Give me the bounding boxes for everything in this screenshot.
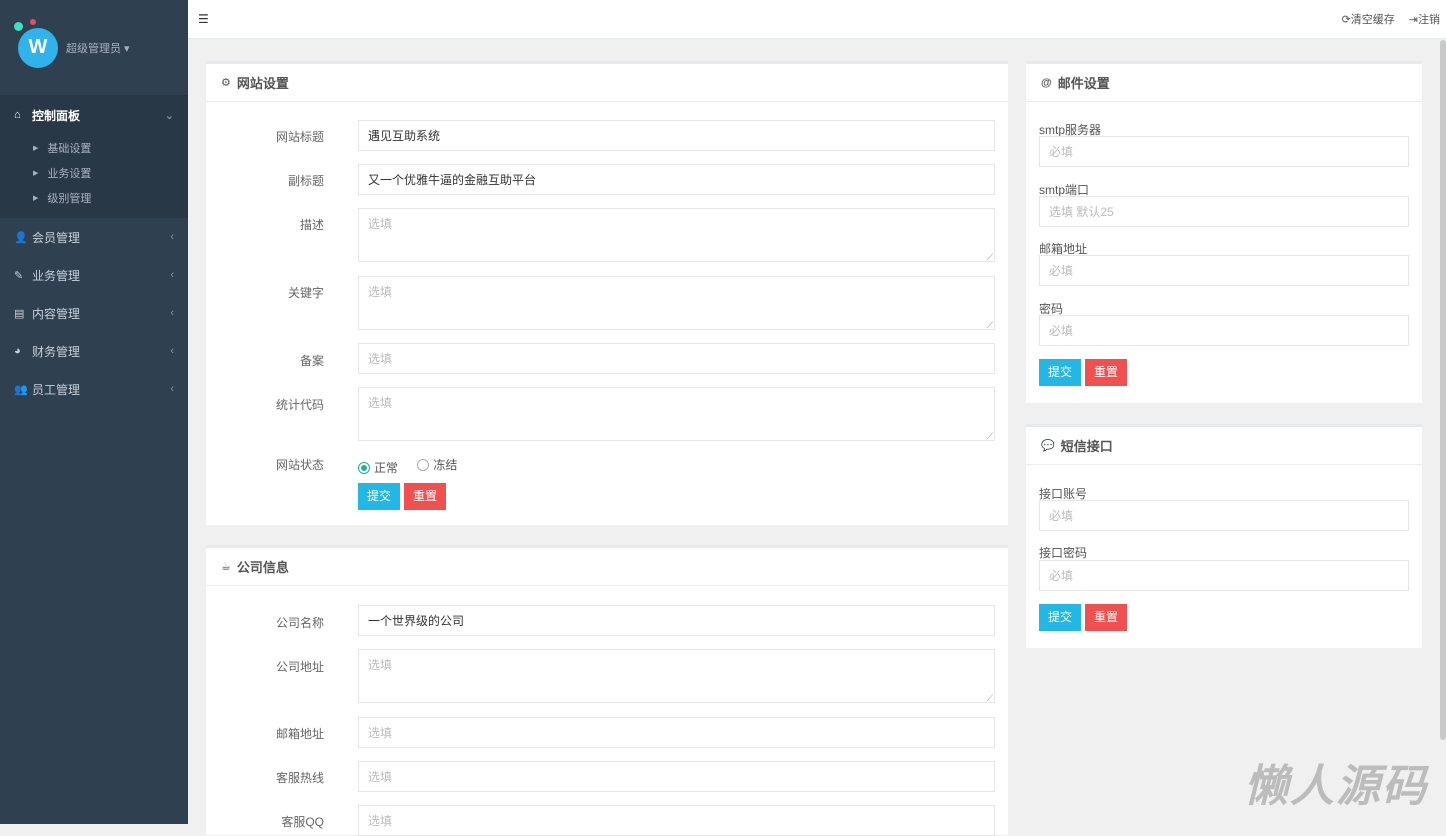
panel-title: 邮件设置: [1057, 76, 1110, 91]
smtp-port-input[interactable]: 选填 默认25: [1039, 196, 1409, 227]
company-info-panel: ☕ 公司信息 公司名称 一个世界级的公司 公司地址 选填 邮箱地址 选填 客服热线…: [206, 545, 1008, 836]
caret-right-icon: ▶: [33, 194, 39, 202]
company-name-input[interactable]: 一个世界级的公司: [358, 605, 995, 636]
label: 冻结: [433, 458, 458, 472]
label: 级别管理: [47, 192, 92, 205]
stats-code-textarea[interactable]: 选填: [358, 387, 995, 442]
sms-panel: 💬 短信接口 接口账号 必填 接口密码 必填 提交 重置: [1026, 424, 1422, 648]
label: 内容管理: [32, 306, 81, 321]
comment-icon: 💬: [1041, 440, 1055, 452]
menu-toggle-icon[interactable]: ☰: [198, 12, 209, 26]
submit-button[interactable]: 提交: [358, 483, 401, 510]
smtp-server-input[interactable]: 必填: [1039, 136, 1409, 167]
mail-address-input[interactable]: 必填: [1039, 255, 1409, 286]
hotline-input[interactable]: 选填: [358, 761, 995, 792]
submenu-level-management[interactable]: ▶ 级别管理: [0, 185, 188, 210]
sidebar-item-finance[interactable]: ◕ 财务管理 ‹: [0, 332, 188, 370]
chevron-left-icon: ‹: [170, 231, 174, 243]
sidebar-item-members[interactable]: 👤 会员管理 ‹: [0, 218, 188, 256]
panel-title: 公司信息: [236, 560, 289, 575]
reset-button[interactable]: 重置: [404, 483, 447, 510]
chevron-left-icon: ‹: [170, 383, 174, 395]
users-icon: 👥: [14, 383, 28, 396]
sms-password-input[interactable]: 必填: [1039, 560, 1409, 591]
book-icon: ▤: [14, 307, 25, 320]
label: 网站状态: [275, 458, 324, 472]
sms-account-input[interactable]: 必填: [1039, 500, 1409, 531]
label: 注销: [1418, 14, 1440, 26]
sidebar-item-dashboard[interactable]: ⌂ 控制面板 ⌄: [0, 95, 188, 135]
status-normal-radio[interactable]: 正常: [358, 459, 398, 476]
clear-cache-button[interactable]: ⟳清空缓存: [1342, 11, 1395, 27]
label: 描述: [299, 218, 324, 232]
description-textarea[interactable]: 选填: [358, 208, 995, 263]
chevron-left-icon: ‹: [170, 345, 174, 357]
site-settings-panel: ⚙ 网站设置 网站标题 遇见互助系统 副标题 又一个优雅牛逼的金融互助平台 描述 …: [206, 61, 1008, 525]
mail-reset-button[interactable]: 重置: [1085, 359, 1128, 386]
status-frozen-radio[interactable]: 冻结: [417, 456, 457, 473]
pie-chart-icon: ◕: [14, 345, 21, 357]
icp-input[interactable]: 选填: [358, 343, 995, 374]
label: 副标题: [287, 174, 324, 188]
label: 公司地址: [275, 660, 324, 674]
gear-icon: ⚙: [221, 77, 231, 89]
label: 业务管理: [32, 268, 81, 283]
home-icon: ⌂: [14, 109, 21, 121]
sidebar-item-staff[interactable]: 👥 员工管理 ‹: [0, 370, 188, 408]
sms-reset-button[interactable]: 重置: [1085, 604, 1128, 631]
sidebar: W 超级管理员 ▾ ⌂ 控制面板 ⌄ ▶ 基础设置 ▶ 业务设置 ▶ 级别管理 👤 会员管理…: [0, 0, 188, 824]
mail-settings-panel: @ 邮件设置 smtp服务器 必填 smtp端口 选填 默认25 邮箱地址 必填 …: [1026, 61, 1422, 403]
label: 员工管理: [32, 382, 81, 397]
scrollbar[interactable]: [1440, 40, 1446, 740]
label: 清空缓存: [1350, 14, 1395, 26]
company-address-textarea[interactable]: 选填: [358, 649, 995, 704]
mail-submit-button[interactable]: 提交: [1039, 359, 1082, 386]
label: 邮箱地址: [275, 727, 324, 741]
label: 关键字: [287, 286, 324, 300]
coffee-icon: ☕: [221, 561, 231, 573]
company-email-input[interactable]: 选填: [358, 717, 995, 748]
logo: W: [14, 18, 58, 68]
chevron-down-icon: ⌄: [164, 109, 174, 122]
submenu-basic-settings[interactable]: ▶ 基础设置: [0, 135, 188, 160]
pencil-icon: ✎: [14, 269, 24, 282]
user-icon: 👤: [14, 231, 28, 244]
label: 控制面板: [32, 108, 81, 123]
label: 统计代码: [275, 398, 324, 412]
sms-submit-button[interactable]: 提交: [1039, 604, 1082, 631]
user-menu[interactable]: 超级管理员 ▾: [66, 40, 130, 56]
service-qq-input[interactable]: 选填: [358, 805, 995, 836]
label: 备案: [299, 354, 324, 368]
label: 基础设置: [47, 142, 92, 155]
label: 会员管理: [32, 230, 81, 245]
logout-button[interactable]: ⇥注销: [1409, 11, 1440, 27]
watermark: 懒人源码: [1244, 762, 1428, 811]
submenu-business-settings[interactable]: ▶ 业务设置: [0, 160, 188, 185]
label: 接口密码: [1039, 546, 1088, 560]
at-icon: @: [1041, 76, 1052, 89]
panel-title: 短信接口: [1060, 439, 1113, 454]
caret-right-icon: ▶: [33, 169, 39, 177]
label: 公司名称: [275, 616, 324, 630]
label: 客服热线: [275, 771, 324, 785]
sign-out-icon: ⇥: [1408, 14, 1418, 26]
label: 业务设置: [47, 167, 92, 180]
caret-right-icon: ▶: [33, 144, 39, 152]
sidebar-item-content[interactable]: ▤ 内容管理 ‹: [0, 294, 188, 332]
refresh-icon: ⟳: [1341, 14, 1351, 26]
label: 网站标题: [275, 130, 324, 144]
sidebar-item-business[interactable]: ✎ 业务管理 ‹: [0, 256, 188, 294]
site-title-input[interactable]: 遇见互助系统: [358, 120, 995, 151]
profile: W 超级管理员 ▾: [0, 0, 188, 95]
keywords-textarea[interactable]: 选填: [358, 276, 995, 331]
mail-password-input[interactable]: 必填: [1039, 315, 1409, 346]
chevron-left-icon: ‹: [170, 307, 174, 319]
chevron-left-icon: ‹: [170, 269, 174, 281]
label: 客服QQ: [281, 815, 324, 829]
topbar: ☰ ⟳清空缓存 ⇥注销: [188, 0, 1446, 39]
subtitle-input[interactable]: 又一个优雅牛逼的金融互助平台: [358, 164, 995, 195]
panel-title: 网站设置: [236, 76, 289, 91]
label: 正常: [374, 461, 399, 475]
label: 财务管理: [32, 344, 81, 359]
